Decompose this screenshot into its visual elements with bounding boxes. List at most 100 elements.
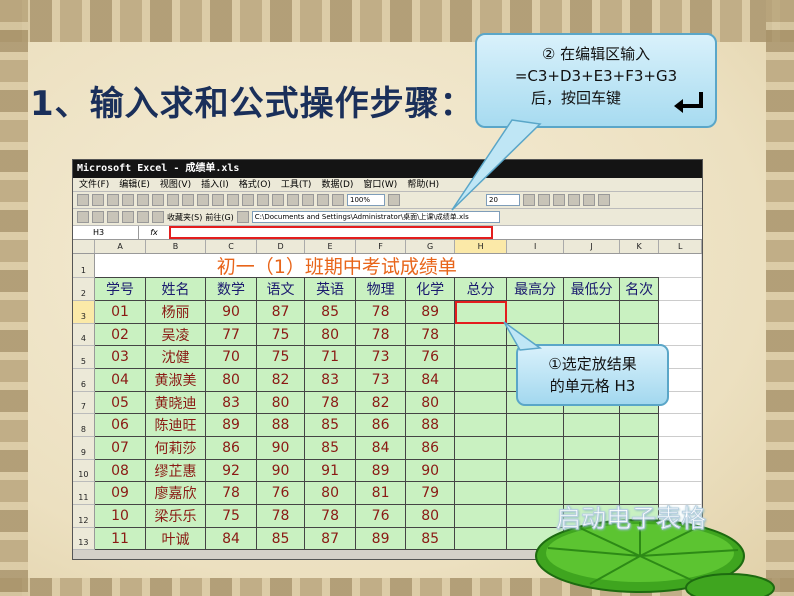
menu-item-4[interactable]: 格式(O) <box>239 178 271 191</box>
student-name-cell[interactable]: 杨丽 <box>146 301 206 324</box>
score-cell[interactable]: 78 <box>304 392 357 414</box>
goto-menu[interactable]: 前往(G) <box>205 212 233 223</box>
score-cell[interactable]: 78 <box>257 505 305 528</box>
menu-item-2[interactable]: 视图(V) <box>160 178 191 191</box>
score-cell[interactable]: 03 <box>94 346 147 369</box>
menu-item-0[interactable]: 文件(F) <box>79 178 109 191</box>
empty-result-cell[interactable] <box>619 460 660 482</box>
drawing-icon[interactable] <box>332 194 344 206</box>
empty-result-cell[interactable] <box>619 301 660 324</box>
grid-cell[interactable] <box>659 278 703 301</box>
score-cell[interactable]: 89 <box>356 460 406 482</box>
cut-icon[interactable] <box>167 194 179 206</box>
search-web-icon[interactable] <box>152 211 164 223</box>
student-name-cell[interactable]: 黄晓迪 <box>146 392 206 414</box>
score-cell[interactable]: 10 <box>94 505 147 528</box>
empty-result-cell[interactable] <box>455 437 507 460</box>
column-header[interactable]: L <box>659 240 703 253</box>
score-cell[interactable]: 90 <box>205 301 258 324</box>
student-name-cell[interactable]: 黄淑美 <box>146 369 206 392</box>
column-header[interactable]: J <box>564 240 620 253</box>
empty-result-cell[interactable] <box>455 369 507 392</box>
score-cell[interactable]: 87 <box>257 301 305 324</box>
student-name-cell[interactable]: 沈健 <box>146 346 206 369</box>
row-header[interactable]: 4 <box>73 324 95 346</box>
score-cell[interactable]: 76 <box>356 505 406 528</box>
student-name-cell[interactable]: 缪芷惠 <box>146 460 206 482</box>
bold-icon[interactable] <box>523 194 535 206</box>
empty-result-cell[interactable] <box>506 301 565 324</box>
table-header-cell[interactable]: 语文 <box>257 278 305 301</box>
score-cell[interactable]: 73 <box>356 346 406 369</box>
empty-result-cell[interactable] <box>564 460 620 482</box>
show-only-web-toolbar-icon[interactable] <box>236 211 249 223</box>
score-cell[interactable]: 80 <box>304 324 357 346</box>
row-header[interactable]: 11 <box>73 482 95 505</box>
score-cell[interactable]: 86 <box>356 414 406 437</box>
score-cell[interactable]: 89 <box>405 301 456 324</box>
new-icon[interactable] <box>77 194 89 206</box>
score-cell[interactable]: 73 <box>356 369 406 392</box>
selected-cell-h3[interactable] <box>455 301 507 324</box>
score-cell[interactable]: 08 <box>94 460 147 482</box>
empty-result-cell[interactable] <box>619 324 660 346</box>
italic-icon[interactable] <box>538 194 550 206</box>
row-header[interactable]: 5 <box>73 346 95 369</box>
score-cell[interactable]: 85 <box>304 437 357 460</box>
row-header[interactable]: 6 <box>73 369 95 392</box>
row-header[interactable]: 1 <box>73 254 95 278</box>
score-cell[interactable]: 78 <box>304 505 357 528</box>
back-icon[interactable] <box>77 211 89 223</box>
score-cell[interactable]: 89 <box>205 414 258 437</box>
undo-icon[interactable] <box>227 194 239 206</box>
score-cell[interactable]: 90 <box>405 460 456 482</box>
score-cell[interactable]: 79 <box>405 482 456 505</box>
row-header[interactable]: 12 <box>73 505 95 528</box>
score-cell[interactable]: 02 <box>94 324 147 346</box>
open-icon[interactable] <box>92 194 104 206</box>
preview-icon[interactable] <box>137 194 149 206</box>
column-header[interactable]: B <box>146 240 206 253</box>
menu-item-8[interactable]: 帮助(H) <box>407 178 439 191</box>
column-header[interactable]: I <box>507 240 565 253</box>
score-cell[interactable]: 76 <box>257 482 305 505</box>
sheet-title-cell[interactable]: 初一（1）班期中考试成绩单 <box>94 254 660 278</box>
row-header[interactable]: 2 <box>73 278 95 301</box>
print-icon[interactable] <box>122 194 134 206</box>
score-cell[interactable]: 07 <box>94 437 147 460</box>
score-cell[interactable]: 84 <box>405 369 456 392</box>
student-name-cell[interactable]: 梁乐乐 <box>146 505 206 528</box>
empty-result-cell[interactable] <box>455 392 507 414</box>
zoom-select[interactable]: 100% <box>347 194 385 206</box>
favorites-menu[interactable]: 收藏夹(S) <box>167 212 202 223</box>
refresh-icon[interactable] <box>122 211 134 223</box>
align-right-icon[interactable] <box>598 194 610 206</box>
score-cell[interactable]: 84 <box>205 528 258 550</box>
score-cell[interactable]: 84 <box>356 437 406 460</box>
row-header[interactable]: 9 <box>73 437 95 460</box>
address-field[interactable]: C:\Documents and Settings\Administrator\… <box>251 211 500 223</box>
underline-icon[interactable] <box>553 194 565 206</box>
score-cell[interactable]: 88 <box>405 414 456 437</box>
table-header-cell[interactable]: 英语 <box>304 278 357 301</box>
score-cell[interactable]: 75 <box>257 324 305 346</box>
score-cell[interactable]: 05 <box>94 392 147 414</box>
score-cell[interactable]: 11 <box>94 528 147 550</box>
grid-cell[interactable] <box>659 460 703 482</box>
score-cell[interactable]: 78 <box>356 324 406 346</box>
score-cell[interactable]: 70 <box>205 346 258 369</box>
column-header[interactable]: H <box>455 240 507 253</box>
score-cell[interactable]: 80 <box>257 392 305 414</box>
autosum-icon[interactable] <box>272 194 284 206</box>
score-cell[interactable]: 01 <box>94 301 147 324</box>
menu-item-5[interactable]: 工具(T) <box>281 178 312 191</box>
table-header-cell[interactable]: 最低分 <box>564 278 620 301</box>
empty-result-cell[interactable] <box>455 528 507 550</box>
score-cell[interactable]: 78 <box>205 482 258 505</box>
score-cell[interactable]: 82 <box>356 392 406 414</box>
score-cell[interactable]: 86 <box>205 437 258 460</box>
menu-item-6[interactable]: 数据(D) <box>321 178 353 191</box>
menu-item-3[interactable]: 插入(I) <box>201 178 229 191</box>
help-icon[interactable] <box>388 194 400 206</box>
grid-cell[interactable] <box>659 324 703 346</box>
